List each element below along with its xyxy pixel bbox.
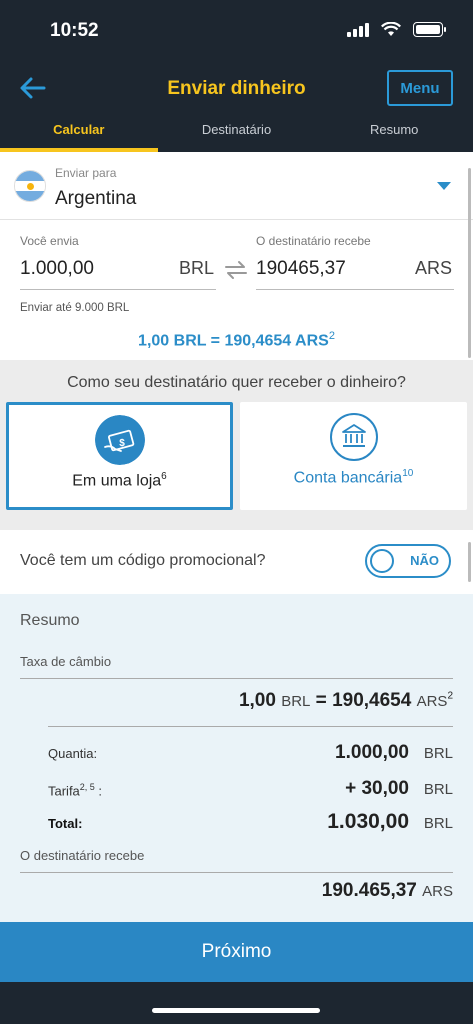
summary-rate-right-unit: ARS (416, 693, 448, 710)
send-limit-text: Enviar até 9.000 BRL (20, 302, 130, 314)
receive-amount-label: O destinatário recebe (256, 234, 371, 248)
delivery-option-bank[interactable]: Conta bancária10 (240, 402, 467, 510)
summary-receive-label: O destinatário recebe (20, 848, 145, 863)
delivery-option-store-footnote: 6 (161, 471, 167, 482)
summary-rate-right: 190,4654 (332, 690, 412, 711)
home-indicator (0, 982, 473, 1024)
scrollbar[interactable] (468, 542, 471, 582)
exchange-rate-label: Taxa de câmbio (20, 654, 112, 669)
send-amount-label: Você envia (20, 234, 79, 248)
exchange-rate-footnote: 2 (328, 330, 335, 342)
chevron-down-icon[interactable] (437, 182, 451, 190)
delivery-method-section: Como seu destinatário quer receber o din… (0, 360, 473, 530)
exchange-rate-text: 1,00 BRL = 190,4654 ARS2 (0, 330, 473, 350)
promo-code-toggle[interactable]: NÃO (365, 544, 451, 578)
delivery-option-store[interactable]: $ Em uma loja6 (6, 402, 233, 510)
divider (48, 726, 453, 727)
summary-quantity-row: Quantia: 1.000,00 BRL (48, 742, 453, 770)
cellular-signal-icon (347, 22, 369, 37)
promo-code-row: Você tem um código promocional? NÃO (0, 530, 473, 594)
receive-currency: ARS (414, 258, 452, 278)
fee-footnote: 2, 5 (79, 782, 95, 792)
receive-amount-value[interactable]: 190465,37 (256, 258, 346, 280)
step-tabs: Calcular Destinatário Resumo (0, 120, 473, 152)
summary-rate-left-unit: BRL (281, 693, 311, 710)
summary-title: Resumo (20, 612, 80, 629)
summary-total-row: Total: 1.030,00 BRL (48, 810, 453, 840)
tab-resumo[interactable]: Resumo (315, 120, 473, 152)
app-header: Enviar dinheiro Menu Calcular Destinatár… (0, 62, 473, 152)
next-button[interactable]: Próximo (0, 922, 473, 982)
promo-question: Você tem um código promocional? (20, 552, 266, 569)
tab-calcular[interactable]: Calcular (0, 120, 158, 152)
status-time: 10:52 (50, 20, 99, 41)
total-unit: BRL (423, 815, 453, 832)
summary-rate-left: 1,00 (238, 690, 276, 711)
destination-country-select[interactable]: Enviar para Argentina (0, 152, 473, 220)
wifi-icon (381, 22, 401, 36)
quantity-unit: BRL (423, 745, 453, 762)
delivery-option-bank-footnote: 10 (402, 468, 414, 479)
quantity-label: Quantia: (48, 746, 98, 761)
delivery-question: Como seu destinatário quer receber o din… (67, 374, 406, 391)
total-label: Total: (48, 816, 83, 831)
destination-value: Argentina (55, 188, 137, 209)
send-amount-field[interactable]: 1.000,00 BRL (20, 250, 216, 290)
fee-label: Tarifa (48, 783, 80, 799)
tab-destinatario[interactable]: Destinatário (158, 120, 316, 152)
fee-colon: : (94, 783, 103, 799)
bank-icon (329, 413, 378, 461)
delivery-option-bank-label: Conta bancária (293, 469, 403, 487)
summary-fee-row: Tarifa2, 5 : + 30,00 BRL (48, 778, 453, 806)
summary-section: Resumo Taxa de câmbio 1,00 BRL = 190,465… (0, 594, 473, 922)
destination-label: Enviar para (55, 166, 117, 180)
menu-button[interactable]: Menu (387, 70, 453, 106)
argentina-flag-icon (14, 170, 46, 202)
quantity-value: 1.000,00 (335, 742, 409, 763)
toggle-label: NÃO (410, 553, 439, 568)
divider (20, 678, 453, 679)
total-value: 1.030,00 (327, 810, 409, 833)
exchange-rate-value: 1,00 BRL = 190,4654 ARS (138, 332, 329, 350)
swap-arrows-icon (225, 261, 247, 279)
summary-receive-value: 190.465,37 (321, 880, 417, 901)
main-content: Enviar para Argentina Você envia 1.000,0… (0, 152, 473, 922)
send-amount-value[interactable]: 1.000,00 (20, 258, 94, 280)
summary-rate: 1,00 BRL = 190,4654 ARS2 (239, 690, 453, 712)
summary-receive-unit: ARS (422, 883, 453, 900)
receive-amount-field[interactable]: 190465,37 ARS (256, 250, 454, 290)
summary-receive-amount: 190.465,37 ARS (322, 880, 453, 902)
divider (20, 872, 453, 873)
status-icons (347, 22, 446, 37)
summary-rate-footnote: 2 (447, 690, 453, 702)
svg-text:$: $ (119, 438, 125, 449)
delivery-option-store-label: Em uma loja (72, 472, 162, 490)
summary-rate-equals: = (315, 690, 327, 711)
store-cash-icon: $ (94, 415, 145, 465)
battery-icon (413, 22, 446, 37)
toggle-knob (370, 549, 394, 573)
amount-section: Você envia 1.000,00 BRL O destinatário r… (0, 220, 473, 360)
fee-value: + 30,00 (345, 778, 409, 799)
send-currency: BRL (178, 258, 214, 278)
status-bar: 10:52 (0, 0, 473, 62)
scrollbar[interactable] (468, 168, 471, 358)
fee-unit: BRL (423, 781, 453, 798)
